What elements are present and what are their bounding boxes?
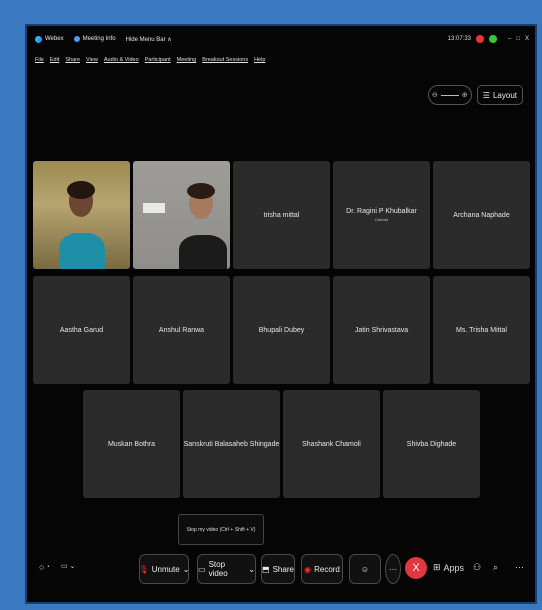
participant-tile[interactable]: Shashank Chamoli — [283, 390, 380, 498]
captions-icon[interactable]: ▭ ⌄ — [61, 562, 75, 570]
participant-video-tile[interactable] — [33, 161, 130, 269]
unmute-button[interactable]: 🎙 Unmute ⌄ — [139, 554, 189, 584]
menu-bar: File Edit Share View Audio & Video Parti… — [35, 57, 265, 63]
security-shield-icon[interactable] — [489, 35, 498, 43]
more-panels-icon[interactable]: ⋯ — [515, 562, 524, 573]
webex-window: Webex Meeting Info Hide Menu Bar ∧ 13:07… — [25, 24, 537, 604]
menu-meeting[interactable]: Meeting — [177, 57, 197, 63]
more-icon: ··· — [389, 564, 397, 574]
menu-breakout-sessions[interactable]: Breakout Sessions — [202, 57, 248, 63]
person-shape — [179, 235, 227, 269]
webex-logo-icon — [35, 35, 42, 43]
zoom-in-icon[interactable]: ⊕ — [462, 91, 468, 99]
apps-button[interactable]: ⊞ Apps — [433, 562, 464, 573]
stop-video-button[interactable]: ▭ Stop video ⌄ — [197, 554, 256, 584]
stop-video-tooltip: Stop my video (Ctrl + Shift + V) — [178, 514, 264, 545]
unmute-label: Unmute — [151, 564, 180, 574]
participant-name: Ms. Trisha Mittal — [456, 326, 507, 334]
menu-edit[interactable]: Edit — [50, 57, 59, 63]
participant-tile[interactable]: Dr. Ragini P Khubalkar Cohost — [333, 161, 430, 269]
menu-share[interactable]: Share — [65, 57, 80, 63]
participants-icon[interactable]: ⚇ — [473, 562, 481, 573]
record-button[interactable]: ◉ Record — [301, 554, 343, 584]
meeting-info-button[interactable]: Meeting Info — [73, 36, 116, 42]
participant-tile[interactable]: trisha mittal — [233, 161, 330, 269]
participant-name: trisha mittal — [263, 211, 300, 219]
minimize-button[interactable]: – — [508, 36, 511, 42]
zoom-slider[interactable]: ⊖ ⊕ — [427, 85, 472, 105]
record-icon: ◉ — [304, 564, 312, 574]
meeting-info-label: Meeting Info — [82, 36, 116, 42]
participant-tile[interactable]: Bhupali Dubey — [233, 276, 330, 384]
person-shape — [59, 233, 105, 269]
camera-icon: ▭ — [198, 564, 206, 574]
participant-tile[interactable]: Ms. Trisha Mittal — [433, 276, 530, 384]
chevron-down-icon[interactable]: ⌄ — [248, 565, 255, 574]
meeting-controls-bar: ○ • ▭ ⌄ 🎙 Unmute ⌄ ▭ Stop video ⌄ ⬒ Share… — [27, 554, 535, 588]
participant-video-tile[interactable] — [133, 161, 230, 269]
layout-button[interactable]: ☰ Layout — [476, 85, 523, 105]
title-bar: Webex Meeting Info Hide Menu Bar ∧ 13:07… — [35, 33, 529, 45]
app-name: Webex — [45, 36, 64, 42]
participant-tile[interactable]: Sanskruti Balasaheb Shingade — [183, 390, 280, 498]
participant-name: Jatin Shrivastava — [354, 326, 409, 334]
layout-label: Layout — [492, 90, 517, 100]
participant-name: Bhupali Dubey — [258, 326, 305, 334]
menu-file[interactable]: File — [35, 57, 44, 63]
apps-icon: ⊞ — [433, 562, 441, 572]
participant-tile[interactable]: Aastha Garud — [33, 276, 130, 384]
participant-name: Muskan Bothra — [107, 440, 156, 448]
recording-indicator-icon — [476, 35, 485, 43]
chevron-down-icon[interactable]: ⌄ — [183, 565, 190, 574]
participant-tile[interactable]: Muskan Bothra — [83, 390, 180, 498]
share-label: Share — [272, 564, 294, 574]
participant-tile[interactable]: Jatin Shrivastava — [333, 276, 430, 384]
meeting-time: 13:07:33 — [447, 36, 472, 42]
background-window-shape — [143, 203, 165, 213]
participant-name: Archana Naphade — [453, 211, 510, 219]
layout-icon: ☰ — [482, 90, 490, 100]
participant-name: Anshul Ranwa — [158, 326, 205, 334]
participant-name: Dr. Ragini P Khubalkar — [346, 208, 417, 215]
chat-icon[interactable]: ⌕ — [493, 562, 498, 573]
participant-tile[interactable]: Archana Naphade — [433, 161, 530, 269]
share-button[interactable]: ⬒ Share — [261, 554, 295, 584]
participant-name: Shashank Chamoli — [302, 440, 361, 448]
title-right: 13:07:33 – □ X — [448, 35, 529, 43]
participant-name: Aastha Garud — [59, 326, 104, 334]
maximize-button[interactable]: □ — [516, 36, 520, 42]
person-hair-shape — [67, 181, 95, 199]
audio-status-icon[interactable]: ○ • — [39, 562, 49, 572]
participant-tile[interactable]: Shivba Dighade — [383, 390, 480, 498]
record-label: Record — [314, 564, 340, 574]
app-title: Webex — [35, 35, 64, 43]
stop-video-label: Stop video — [208, 560, 228, 578]
close-window-button[interactable]: X — [525, 36, 529, 42]
participant-name: Shivba Dighade — [406, 440, 457, 448]
zoom-out-icon[interactable]: ⊖ — [432, 91, 438, 99]
apps-label: Apps — [443, 562, 465, 573]
reactions-button[interactable]: ☺ — [349, 554, 381, 584]
desktop-frame: Webex Meeting Info Hide Menu Bar ∧ 13:07… — [0, 0, 542, 610]
participant-tile[interactable]: Anshul Ranwa — [133, 276, 230, 384]
end-call-button[interactable]: X — [405, 557, 427, 579]
share-icon: ⬒ — [262, 564, 270, 574]
top-controls: ⊖ ⊕ ☰ Layout — [427, 85, 523, 105]
muted-mic-icon: 🎙 — [138, 564, 149, 574]
participant-role: Cohost — [375, 217, 388, 222]
menu-participant[interactable]: Participant — [145, 57, 171, 63]
menu-help[interactable]: Help — [254, 57, 265, 63]
more-options-button[interactable]: ··· — [385, 554, 401, 584]
hide-menu-bar-button[interactable]: Hide Menu Bar ∧ — [126, 36, 172, 43]
menu-audio-video[interactable]: Audio & Video — [104, 57, 139, 63]
end-call-icon: X — [412, 562, 420, 574]
menu-view[interactable]: View — [86, 57, 98, 63]
participant-name: Sanskruti Balasaheb Shingade — [183, 440, 280, 448]
info-icon — [73, 36, 80, 42]
person-hair-shape — [187, 183, 215, 199]
reactions-icon: ☺ — [360, 564, 370, 574]
zoom-track[interactable] — [440, 94, 459, 96]
